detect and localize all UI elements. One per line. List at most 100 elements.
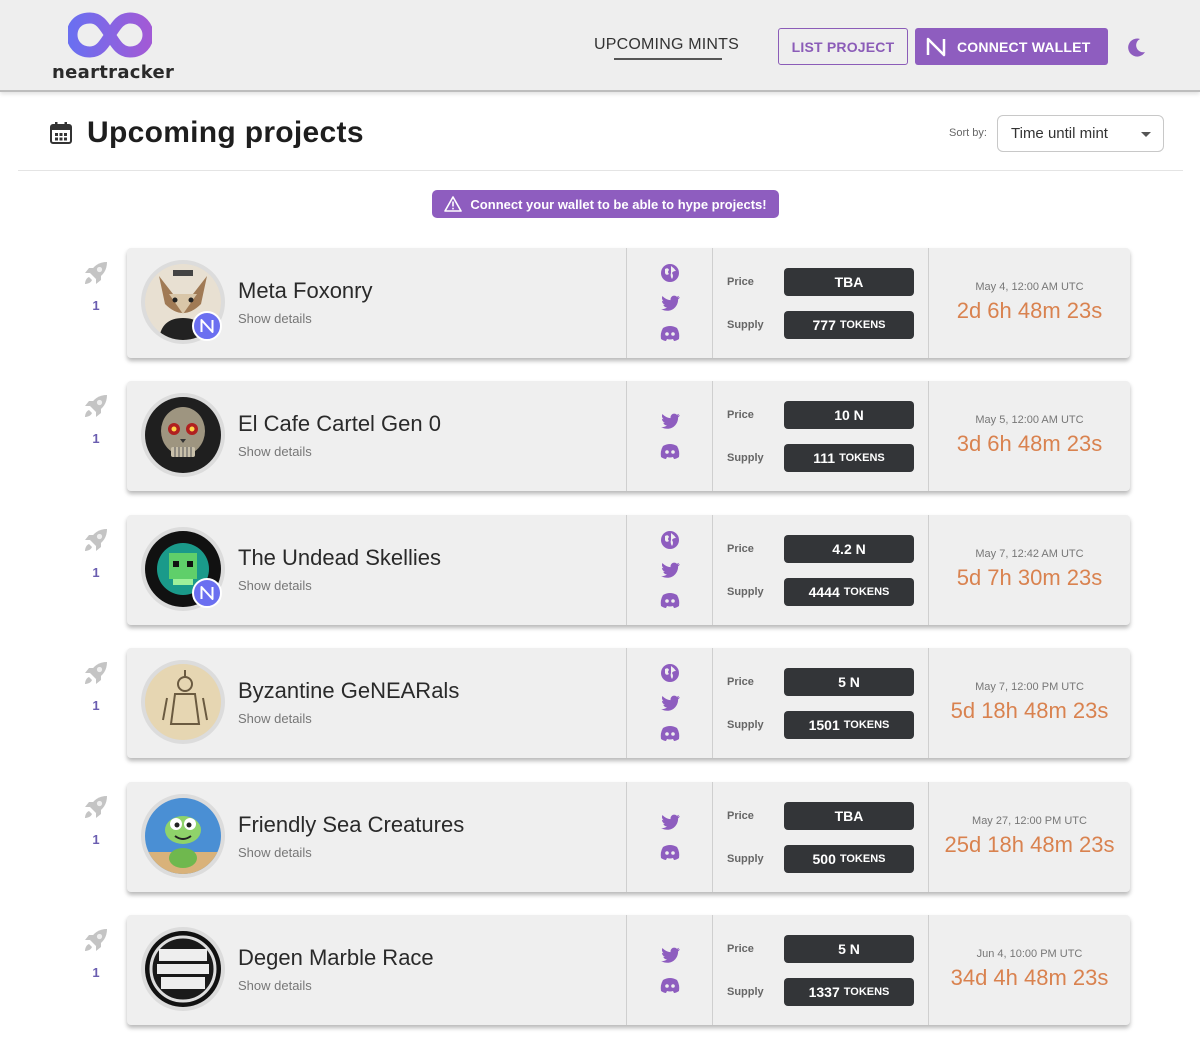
social-links [627,515,712,625]
supply-value: 4444 TOKENS [784,578,914,606]
project-name[interactable]: The Undead Skellies [238,545,441,571]
banner-text: Connect your wallet to be able to hype p… [470,196,767,212]
price-text: 5 N [838,941,860,957]
project-avatar [141,927,225,1011]
connect-wallet-button[interactable]: CONNECT WALLET [915,28,1108,65]
globe-icon[interactable] [659,262,681,284]
price-label: Price [727,810,754,822]
project-row: 1 Meta Foxonry Show details Price TBA Su… [0,248,1200,360]
sort-select[interactable]: Time until mint [997,115,1164,152]
divider [712,515,713,625]
price-value: TBA [784,802,914,830]
show-details-link[interactable]: Show details [238,578,312,593]
project-name[interactable]: El Cafe Cartel Gen 0 [238,411,441,437]
project-card[interactable]: The Undead Skellies Show details Price 4… [127,515,1130,625]
tokens-unit: TOKENS [839,853,886,865]
discord-link[interactable] [659,589,681,611]
hype-count: 1 [92,698,100,713]
social-links [627,782,712,892]
neartracker-logo[interactable]: neartracker [52,10,175,83]
project-name[interactable]: Byzantine GeNEARals [238,678,459,704]
price-text: TBA [834,274,864,290]
hype-button[interactable] [78,792,114,827]
hype-button[interactable] [78,658,114,693]
discord-icon[interactable] [659,841,681,863]
project-name[interactable]: Meta Foxonry [238,278,373,304]
twitter-icon[interactable] [659,692,681,714]
discord-icon[interactable] [659,322,681,344]
show-details-link[interactable]: Show details [238,311,312,326]
twitter-icon[interactable] [659,944,681,966]
twitter-link[interactable] [659,410,681,432]
project-card[interactable]: El Cafe Cartel Gen 0 Show details Price … [127,381,1130,491]
divider [712,648,713,758]
project-card[interactable]: Byzantine GeNEARals Show details Price 5… [127,648,1130,758]
list-project-button[interactable]: LIST PROJECT [778,28,908,65]
supply-number: 500 [812,851,836,867]
price-text: TBA [834,808,864,824]
project-avatar [141,660,225,744]
project-name[interactable]: Friendly Sea Creatures [238,812,464,838]
discord-link[interactable] [659,440,681,462]
supply-label: Supply [727,986,764,998]
rocket-icon [85,662,107,684]
discord-link[interactable] [659,322,681,344]
twitter-link[interactable] [659,559,681,581]
twitter-link[interactable] [659,292,681,314]
website-link[interactable] [659,662,681,684]
twitter-link[interactable] [659,811,681,833]
website-link[interactable] [659,529,681,551]
hype-button[interactable] [78,525,114,560]
mint-countdown: 2d 6h 48m 23s [956,298,1103,323]
calendar-icon [50,122,72,144]
project-card[interactable]: Meta Foxonry Show details Price TBA Supp… [127,248,1130,358]
discord-link[interactable] [659,974,681,996]
twitter-link[interactable] [659,944,681,966]
supply-label: Supply [727,586,764,598]
twitter-icon[interactable] [659,811,681,833]
show-details-link[interactable]: Show details [238,711,312,726]
rocket-icon [85,929,107,951]
price-label: Price [727,276,754,288]
logo-text: neartracker [52,62,175,83]
mint-date: May 7, 12:00 PM UTC [975,681,1084,693]
globe-icon[interactable] [659,662,681,684]
twitter-icon[interactable] [659,559,681,581]
project-card[interactable]: Friendly Sea Creatures Show details Pric… [127,782,1130,892]
hype-button[interactable] [78,391,114,426]
social-links [627,915,712,1025]
website-link[interactable] [659,262,681,284]
twitter-link[interactable] [659,692,681,714]
supply-value: 111 TOKENS [784,444,914,472]
hype-button[interactable] [78,258,114,293]
mint-countdown: 3d 6h 48m 23s [956,431,1103,456]
dark-mode-moon-icon[interactable] [1126,36,1148,58]
nav-upcoming-mints[interactable]: UPCOMING MINTS [594,36,739,54]
discord-link[interactable] [659,722,681,744]
price-label: Price [727,676,754,688]
hype-button[interactable] [78,925,114,960]
supply-number: 111 [813,450,836,466]
discord-link[interactable] [659,841,681,863]
discord-icon[interactable] [659,722,681,744]
price-label: Price [727,543,754,555]
project-name[interactable]: Degen Marble Race [238,945,434,971]
twitter-icon[interactable] [659,292,681,314]
project-card[interactable]: Degen Marble Race Show details Price 5 N… [127,915,1130,1025]
globe-icon[interactable] [659,529,681,551]
mint-date: May 7, 12:42 AM UTC [975,548,1084,560]
divider [712,248,713,358]
discord-icon[interactable] [659,974,681,996]
show-details-link[interactable]: Show details [238,845,312,860]
twitter-icon[interactable] [659,410,681,432]
show-details-link[interactable]: Show details [238,978,312,993]
supply-number: 1501 [808,717,840,733]
rocket-icon [85,796,107,818]
sort-select-value: Time until mint [1011,125,1108,142]
hype-count: 1 [92,832,100,847]
price-label: Price [727,409,754,421]
show-details-link[interactable]: Show details [238,444,312,459]
discord-icon[interactable] [659,589,681,611]
connect-wallet-label: CONNECT WALLET [957,38,1091,55]
discord-icon[interactable] [659,440,681,462]
